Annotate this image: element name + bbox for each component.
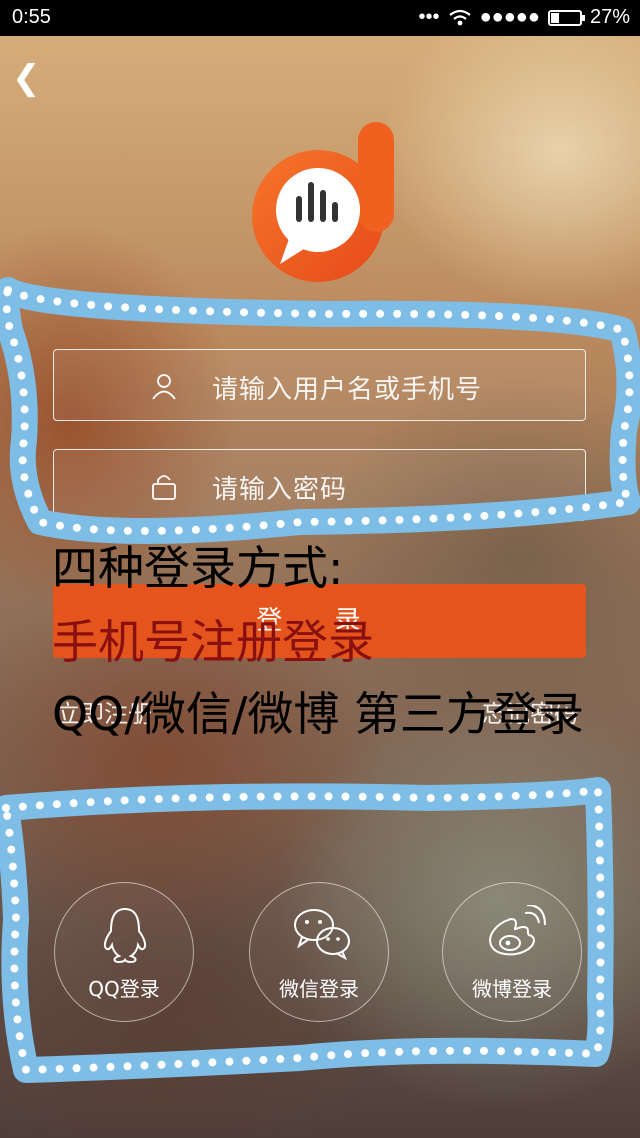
wechat-login-label: 微信登录 [279,977,359,1001]
annotation-line-2: 手机号注册登录 [52,615,374,669]
username-placeholder: 请输入用户名或手机号 [212,375,483,405]
annotation-line-1: 四种登录方式: [52,541,344,595]
battery-percent: 27% [589,6,630,28]
lock-icon [152,475,176,500]
user-icon [152,374,176,400]
app-logo [252,122,394,282]
battery-fill [550,12,559,23]
weibo-login-button[interactable]: 微博登录 [442,882,582,1022]
annotation-line-3: QQ/微信/微博 第三方登录 [52,687,585,741]
wechat-icon [294,909,350,961]
qq-login-button[interactable]: QQ登录 [54,882,194,1022]
back-button[interactable]: ❮ [12,58,41,98]
battery-icon [547,9,585,26]
password-field[interactable]: 请输入密码 [53,449,586,521]
weibo-icon [489,905,546,956]
wifi-icon [448,9,471,25]
username-field[interactable]: 请输入用户名或手机号 [53,349,586,421]
weibo-login-label: 微博登录 [472,977,552,1001]
wechat-login-button[interactable]: 微信登录 [249,882,389,1022]
qq-login-label: QQ登录 [88,977,160,1001]
status-time: 0:55 [12,6,51,28]
password-placeholder: 请输入密码 [212,475,348,505]
qq-icon [103,907,147,964]
status-indicators: ••• ●●●●● 27% [419,6,630,29]
status-bar: 0:55 ••• ●●●●● 27% [0,0,640,36]
signal-dots-icon: ●●●●● [479,6,540,28]
more-dots-icon: ••• [418,6,440,28]
